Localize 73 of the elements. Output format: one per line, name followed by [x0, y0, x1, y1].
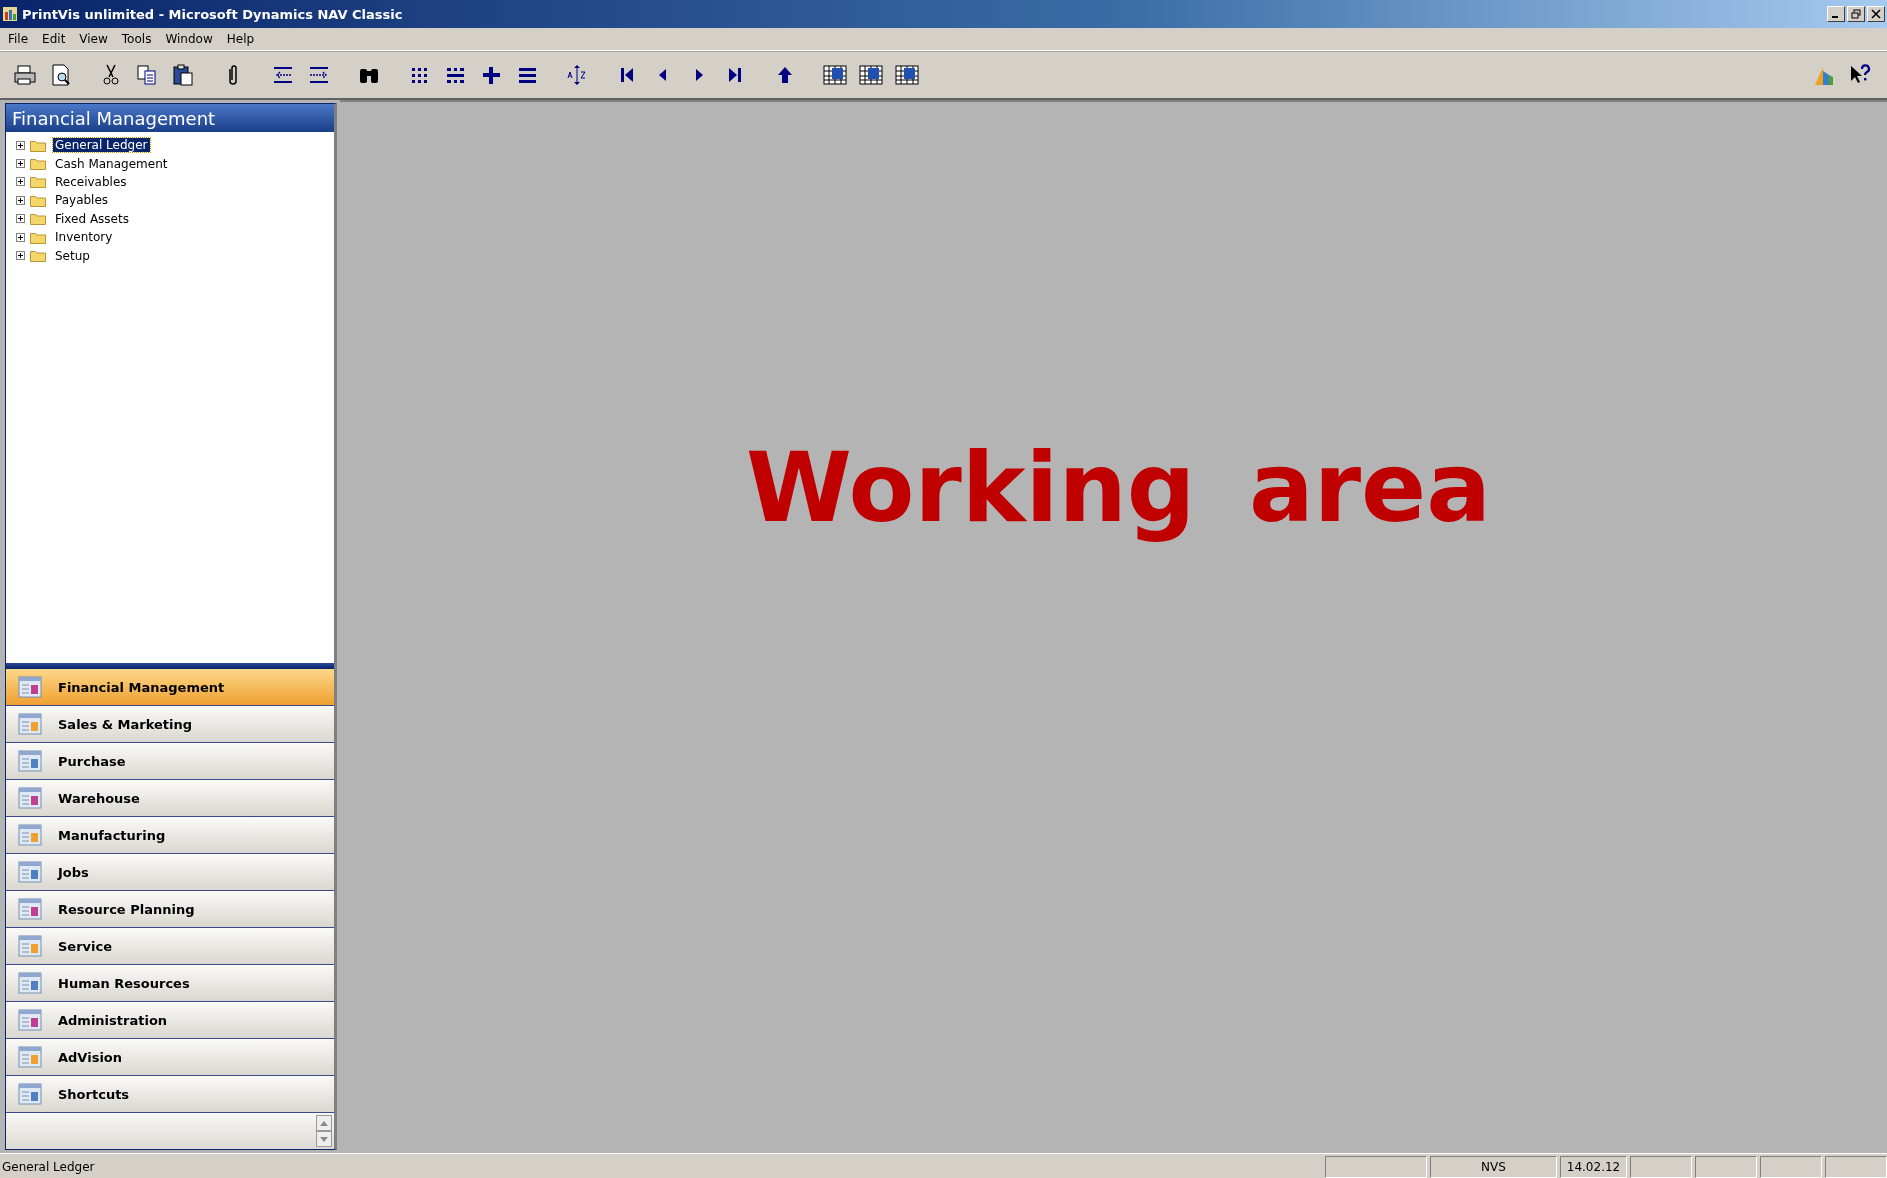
folder-icon — [30, 193, 46, 207]
navigation-button[interactable]: Administration — [6, 1002, 334, 1039]
menu-item[interactable]: View — [79, 32, 108, 46]
tree-item[interactable]: Cash Management — [53, 156, 170, 171]
working-area-caption: Working area — [746, 432, 1491, 544]
minimize-icon — [1832, 16, 1838, 18]
close-icon — [1871, 9, 1881, 19]
window-chart-icon — [18, 676, 42, 698]
menu-item[interactable]: Edit — [42, 32, 66, 46]
scroll-up-button[interactable] — [316, 1115, 332, 1131]
navigation-button[interactable]: Human Resources — [6, 965, 334, 1002]
folder-icon — [30, 175, 46, 189]
expand-icon[interactable] — [16, 140, 25, 150]
navigation-button[interactable]: Shortcuts — [6, 1076, 334, 1113]
tree-item[interactable]: Payables — [53, 193, 111, 208]
tree-item[interactable]: Setup — [53, 248, 92, 263]
app-icon — [2, 6, 18, 22]
tree-item[interactable]: Inventory — [53, 230, 115, 245]
navigation-button[interactable]: Manufacturing — [6, 817, 334, 854]
restore-button[interactable] — [1847, 6, 1865, 22]
navigation-button[interactable]: Financial Management — [6, 669, 334, 706]
tree-item[interactable]: Receivables — [53, 174, 129, 189]
folder-icon — [30, 249, 46, 263]
window-chart-icon — [18, 750, 42, 772]
window-chart-icon — [18, 1046, 42, 1068]
navigation-button[interactable]: Warehouse — [6, 780, 334, 817]
restore-icon — [1851, 9, 1861, 19]
window-chart-icon — [18, 972, 42, 994]
status-user: NVS — [1430, 1156, 1557, 1178]
expand-icon[interactable] — [16, 195, 25, 205]
navigation-button[interactable]: Resource Planning — [6, 891, 334, 928]
close-button[interactable] — [1867, 6, 1885, 22]
window-chart-icon — [18, 713, 42, 735]
navigation-button[interactable]: AdVision — [6, 1039, 334, 1076]
expand-icon[interactable] — [16, 251, 25, 261]
folder-icon — [30, 138, 46, 152]
window-chart-icon — [18, 1083, 42, 1105]
pane-header: Financial Management — [6, 104, 334, 132]
window-title: PrintVis unlimited - Microsoft Dynamics NAV Classic — [22, 6, 403, 22]
expand-icon[interactable] — [16, 177, 25, 187]
navigation-button[interactable]: Jobs — [6, 854, 334, 891]
tree-item[interactable]: General Ledger — [53, 138, 150, 153]
navigation-button[interactable]: Service — [6, 928, 334, 965]
scroll-down-button[interactable] — [316, 1131, 332, 1147]
folder-icon — [30, 212, 46, 226]
menu-item[interactable]: Tools — [121, 32, 152, 46]
window-chart-icon — [18, 1009, 42, 1031]
navigation-button[interactable]: Sales & Marketing — [6, 706, 334, 743]
status-panel — [1695, 1156, 1757, 1178]
expand-icon[interactable] — [16, 159, 25, 169]
status-panel — [1825, 1156, 1887, 1178]
status-panel — [1760, 1156, 1822, 1178]
window-chart-icon — [18, 861, 42, 883]
menu-item[interactable]: Window — [165, 32, 213, 46]
status-message: General Ledger — [1, 1159, 96, 1176]
status-panel — [1630, 1156, 1692, 1178]
status-date: 14.02.12 — [1560, 1156, 1627, 1178]
minimize-button[interactable] — [1827, 6, 1845, 22]
window-chart-icon — [18, 787, 42, 809]
window-chart-icon — [18, 824, 42, 846]
tree-item[interactable]: Fixed Assets — [53, 211, 131, 226]
down-arrow-icon — [320, 1136, 328, 1142]
expand-icon[interactable] — [16, 232, 25, 242]
folder-icon — [30, 230, 46, 244]
folder-icon — [30, 157, 46, 171]
splitter-handle[interactable] — [6, 663, 334, 669]
menu-item[interactable]: File — [8, 32, 29, 46]
navigation-button[interactable]: Purchase — [6, 743, 334, 780]
window-chart-icon — [18, 935, 42, 957]
menu-item[interactable]: Help — [226, 32, 255, 46]
window-chart-icon — [18, 898, 42, 920]
expand-icon[interactable] — [16, 214, 25, 224]
up-arrow-icon — [320, 1120, 328, 1126]
